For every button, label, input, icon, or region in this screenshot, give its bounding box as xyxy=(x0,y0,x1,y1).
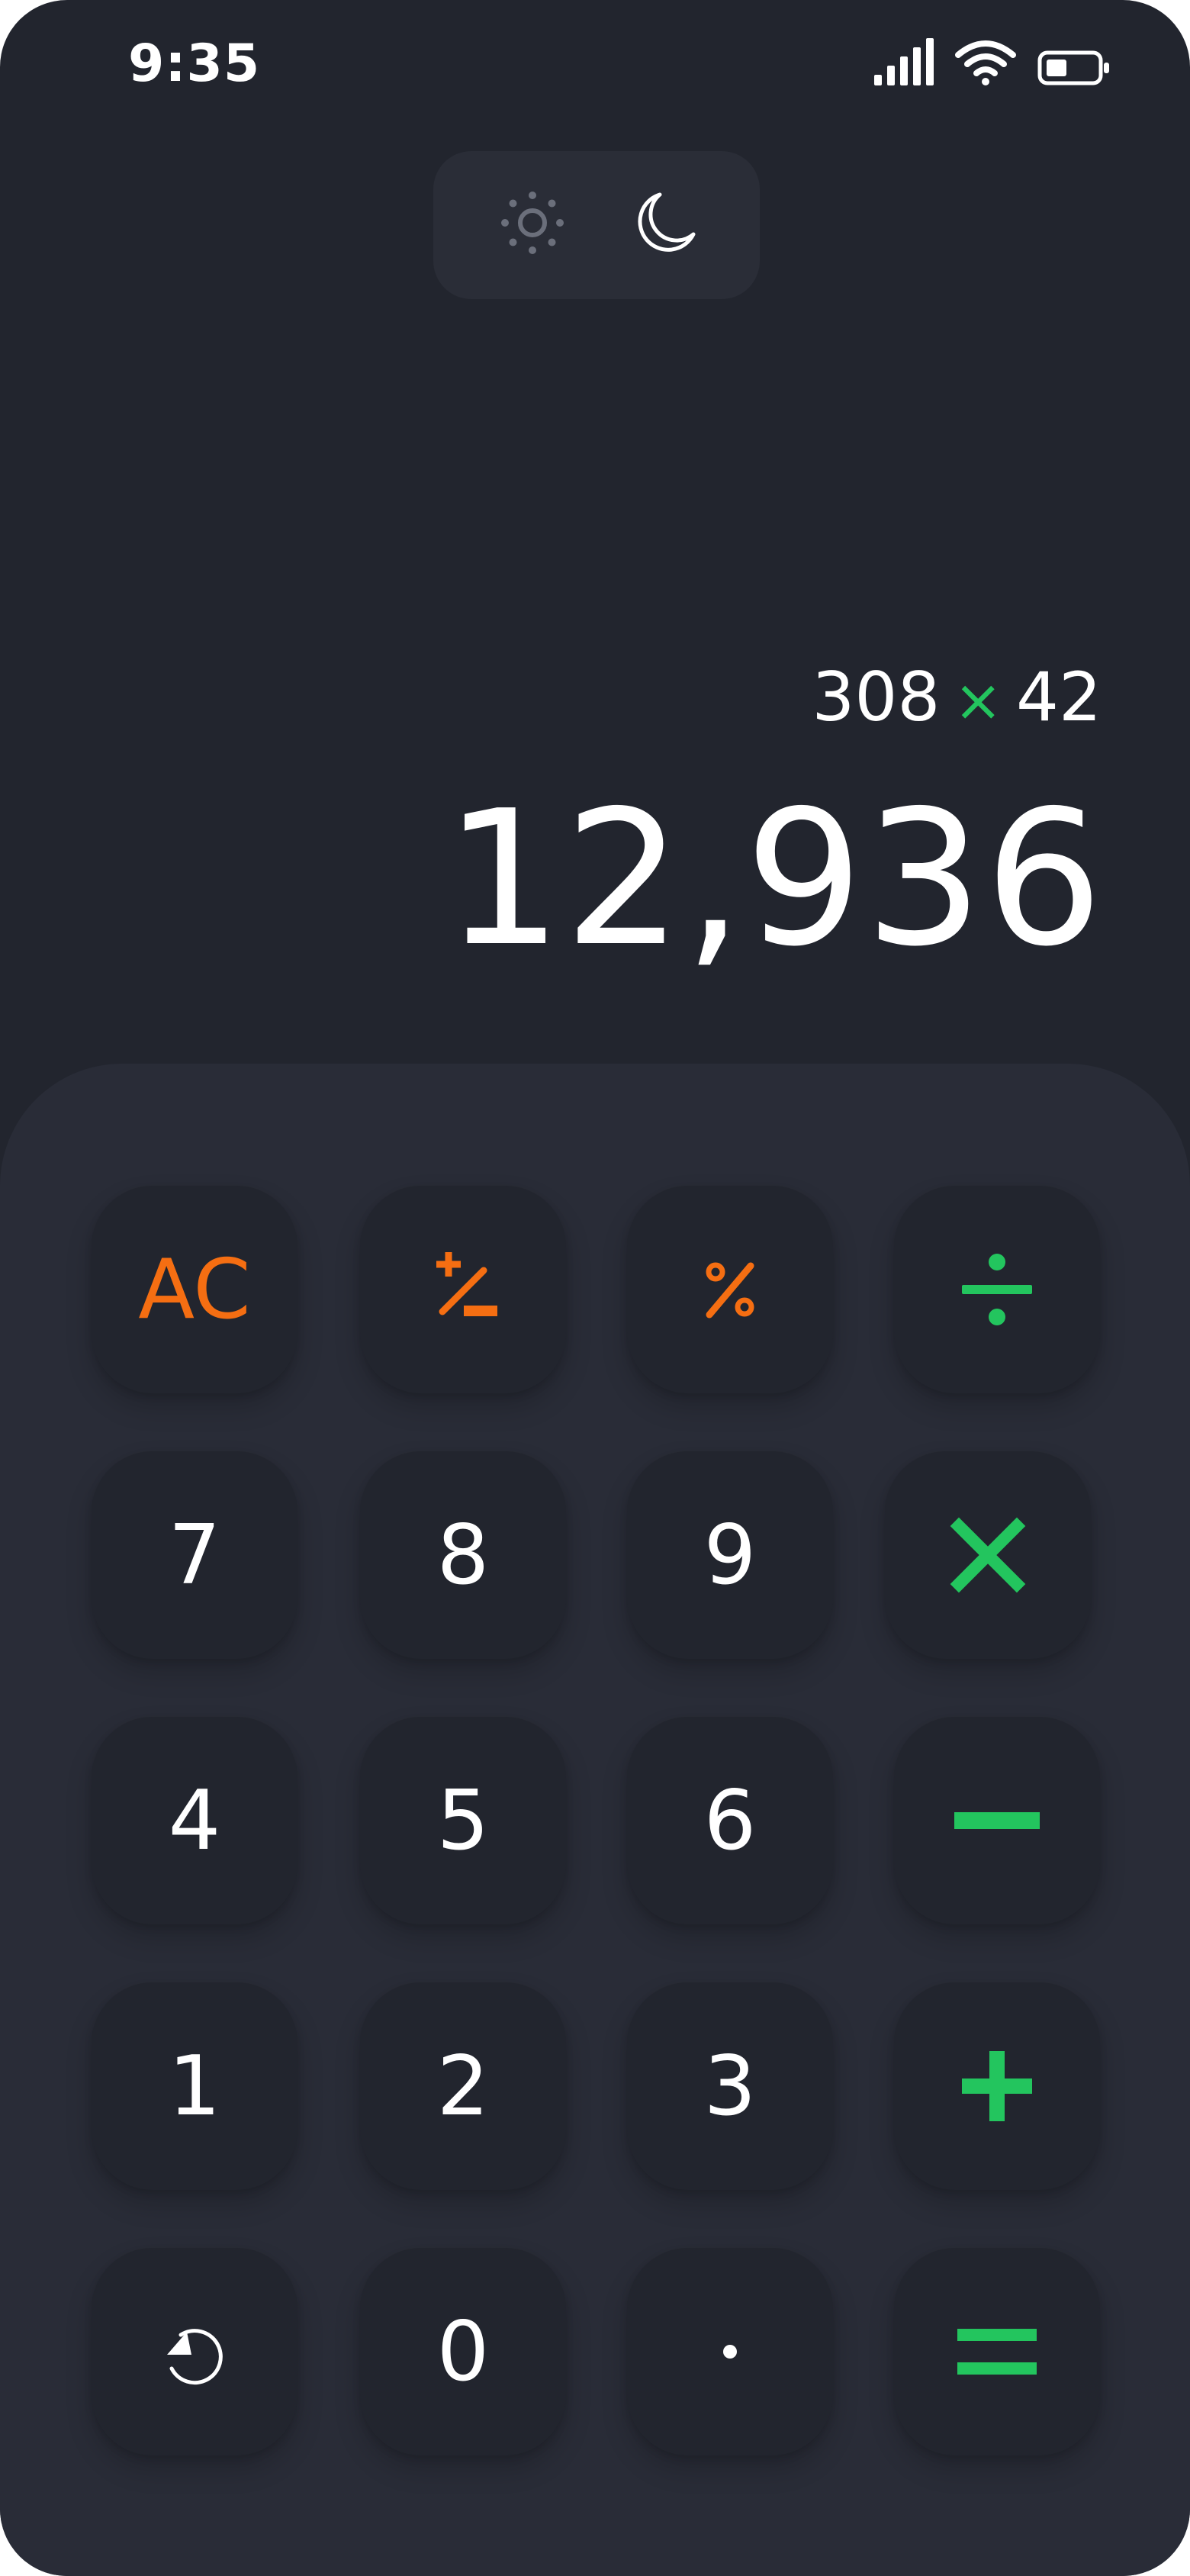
digit-6-button[interactable]: 6 xyxy=(627,1717,833,1924)
expression-right-operand: 42 xyxy=(1016,658,1102,736)
digit-4-button[interactable]: 4 xyxy=(92,1717,298,1924)
digit-1-label: 1 xyxy=(168,2038,221,2134)
multiply-button[interactable] xyxy=(885,1451,1091,1659)
digit-0-button[interactable]: 0 xyxy=(360,2248,566,2455)
multiply-icon xyxy=(950,1517,1026,1593)
undo-icon xyxy=(158,2315,231,2388)
signal-icon xyxy=(874,38,934,89)
calculator-screen: 9:35 308 × 42 12,936 AC 7 8 9 4 5 6 1 2 … xyxy=(0,0,1190,2576)
status-time: 9:35 xyxy=(128,34,261,94)
clear-label: AC xyxy=(138,1241,251,1338)
decimal-button[interactable] xyxy=(627,2248,833,2455)
digit-8-label: 8 xyxy=(436,1507,490,1603)
equals-icon xyxy=(957,2324,1037,2379)
digit-5-button[interactable]: 5 xyxy=(360,1717,566,1924)
digit-5-label: 5 xyxy=(436,1773,490,1869)
expression-left-operand: 308 xyxy=(812,658,941,736)
digit-7-label: 7 xyxy=(168,1507,221,1603)
digit-0-label: 0 xyxy=(436,2304,490,2400)
result-display: 12,936 xyxy=(444,771,1105,987)
equals-button[interactable] xyxy=(894,2248,1100,2455)
digit-8-button[interactable]: 8 xyxy=(360,1451,566,1659)
light-mode-button[interactable] xyxy=(494,186,571,262)
plus-icon xyxy=(962,2051,1032,2121)
expression-operator: × xyxy=(954,666,1003,734)
minus-button[interactable] xyxy=(894,1717,1100,1924)
digit-3-label: 3 xyxy=(703,2038,757,2134)
digit-2-label: 2 xyxy=(436,2038,490,2134)
battery-icon xyxy=(1037,50,1111,89)
plus-minus-icon xyxy=(421,1248,505,1331)
divide-icon xyxy=(959,1251,1035,1328)
sun-icon xyxy=(498,188,567,260)
clear-button[interactable]: AC xyxy=(92,1186,298,1393)
decimal-icon xyxy=(721,2343,739,2361)
divide-button[interactable] xyxy=(894,1186,1100,1393)
theme-toggle xyxy=(433,151,760,299)
expression: 308 × 42 xyxy=(812,658,1102,736)
digit-9-button[interactable]: 9 xyxy=(627,1451,833,1659)
wifi-icon xyxy=(954,38,1018,89)
digit-4-label: 4 xyxy=(168,1773,221,1869)
digit-9-label: 9 xyxy=(703,1507,757,1603)
moon-icon xyxy=(629,188,698,260)
digit-3-button[interactable]: 3 xyxy=(627,1982,833,2190)
digit-1-button[interactable]: 1 xyxy=(92,1982,298,2190)
undo-button[interactable] xyxy=(92,2248,298,2455)
percent-button[interactable] xyxy=(627,1186,833,1393)
digit-6-label: 6 xyxy=(703,1773,757,1869)
percent-icon xyxy=(696,1255,764,1324)
plus-minus-button[interactable] xyxy=(360,1186,566,1393)
status-icons xyxy=(874,38,1111,89)
digit-7-button[interactable]: 7 xyxy=(92,1451,298,1659)
digit-2-button[interactable]: 2 xyxy=(360,1982,566,2190)
dark-mode-button[interactable] xyxy=(626,186,702,262)
keypad: AC 7 8 9 4 5 6 1 2 3 0 xyxy=(0,1064,1190,2576)
plus-button[interactable] xyxy=(894,1982,1100,2190)
minus-icon xyxy=(954,1809,1040,1832)
